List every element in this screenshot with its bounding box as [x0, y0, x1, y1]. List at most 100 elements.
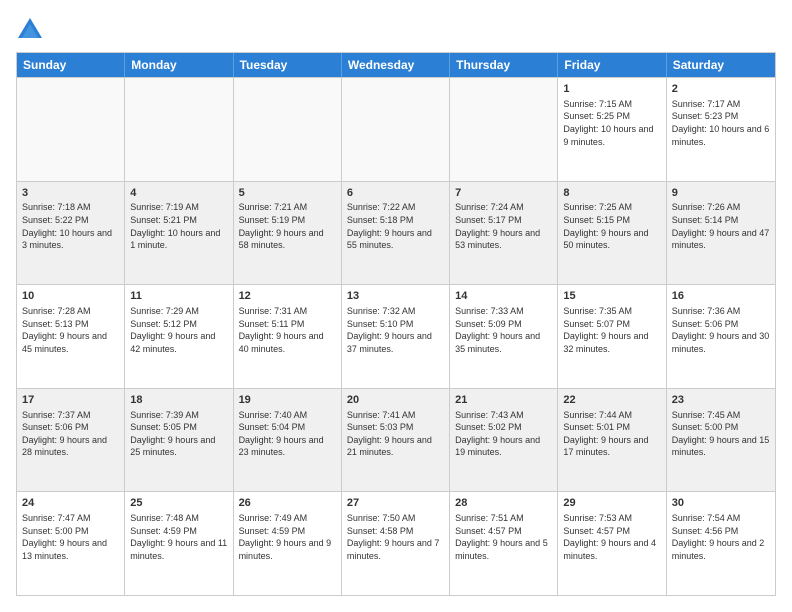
page: SundayMondayTuesdayWednesdayThursdayFrid… [0, 0, 792, 612]
day-info: Sunrise: 7:54 AM Sunset: 4:56 PM Dayligh… [672, 512, 770, 562]
calendar-cell: 4Sunrise: 7:19 AM Sunset: 5:21 PM Daylig… [125, 182, 233, 285]
day-info: Sunrise: 7:48 AM Sunset: 4:59 PM Dayligh… [130, 512, 227, 562]
day-info: Sunrise: 7:32 AM Sunset: 5:10 PM Dayligh… [347, 305, 444, 355]
day-info: Sunrise: 7:29 AM Sunset: 5:12 PM Dayligh… [130, 305, 227, 355]
day-info: Sunrise: 7:51 AM Sunset: 4:57 PM Dayligh… [455, 512, 552, 562]
day-number: 12 [239, 289, 336, 304]
calendar-row: 10Sunrise: 7:28 AM Sunset: 5:13 PM Dayli… [17, 284, 775, 388]
calendar-cell [342, 78, 450, 181]
calendar-row: 1Sunrise: 7:15 AM Sunset: 5:25 PM Daylig… [17, 77, 775, 181]
day-info: Sunrise: 7:26 AM Sunset: 5:14 PM Dayligh… [672, 201, 770, 251]
day-number: 26 [239, 496, 336, 511]
day-number: 4 [130, 186, 227, 201]
day-info: Sunrise: 7:19 AM Sunset: 5:21 PM Dayligh… [130, 201, 227, 251]
day-info: Sunrise: 7:41 AM Sunset: 5:03 PM Dayligh… [347, 409, 444, 459]
calendar-row: 17Sunrise: 7:37 AM Sunset: 5:06 PM Dayli… [17, 388, 775, 492]
calendar-cell: 8Sunrise: 7:25 AM Sunset: 5:15 PM Daylig… [558, 182, 666, 285]
day-number: 17 [22, 393, 119, 408]
calendar-cell: 23Sunrise: 7:45 AM Sunset: 5:00 PM Dayli… [667, 389, 775, 492]
calendar-header: SundayMondayTuesdayWednesdayThursdayFrid… [17, 53, 775, 77]
calendar-cell [450, 78, 558, 181]
header-day: Friday [558, 53, 666, 77]
day-number: 28 [455, 496, 552, 511]
header-day: Wednesday [342, 53, 450, 77]
calendar-cell [125, 78, 233, 181]
header [16, 16, 776, 44]
day-info: Sunrise: 7:53 AM Sunset: 4:57 PM Dayligh… [563, 512, 660, 562]
day-number: 23 [672, 393, 770, 408]
day-info: Sunrise: 7:47 AM Sunset: 5:00 PM Dayligh… [22, 512, 119, 562]
day-info: Sunrise: 7:15 AM Sunset: 5:25 PM Dayligh… [563, 98, 660, 148]
day-number: 24 [22, 496, 119, 511]
calendar-cell: 26Sunrise: 7:49 AM Sunset: 4:59 PM Dayli… [234, 492, 342, 595]
day-info: Sunrise: 7:24 AM Sunset: 5:17 PM Dayligh… [455, 201, 552, 251]
day-info: Sunrise: 7:37 AM Sunset: 5:06 PM Dayligh… [22, 409, 119, 459]
calendar-cell: 10Sunrise: 7:28 AM Sunset: 5:13 PM Dayli… [17, 285, 125, 388]
calendar-cell: 2Sunrise: 7:17 AM Sunset: 5:23 PM Daylig… [667, 78, 775, 181]
day-number: 3 [22, 186, 119, 201]
day-number: 9 [672, 186, 770, 201]
calendar-row: 3Sunrise: 7:18 AM Sunset: 5:22 PM Daylig… [17, 181, 775, 285]
day-info: Sunrise: 7:49 AM Sunset: 4:59 PM Dayligh… [239, 512, 336, 562]
calendar-cell: 29Sunrise: 7:53 AM Sunset: 4:57 PM Dayli… [558, 492, 666, 595]
calendar-cell: 3Sunrise: 7:18 AM Sunset: 5:22 PM Daylig… [17, 182, 125, 285]
day-number: 27 [347, 496, 444, 511]
day-number: 18 [130, 393, 227, 408]
logo [16, 16, 48, 44]
calendar-cell: 1Sunrise: 7:15 AM Sunset: 5:25 PM Daylig… [558, 78, 666, 181]
day-number: 7 [455, 186, 552, 201]
day-info: Sunrise: 7:36 AM Sunset: 5:06 PM Dayligh… [672, 305, 770, 355]
day-info: Sunrise: 7:35 AM Sunset: 5:07 PM Dayligh… [563, 305, 660, 355]
calendar-cell: 30Sunrise: 7:54 AM Sunset: 4:56 PM Dayli… [667, 492, 775, 595]
day-number: 30 [672, 496, 770, 511]
calendar-cell [234, 78, 342, 181]
day-number: 2 [672, 82, 770, 97]
calendar-cell: 7Sunrise: 7:24 AM Sunset: 5:17 PM Daylig… [450, 182, 558, 285]
calendar-cell: 27Sunrise: 7:50 AM Sunset: 4:58 PM Dayli… [342, 492, 450, 595]
day-number: 11 [130, 289, 227, 304]
header-day: Thursday [450, 53, 558, 77]
day-number: 29 [563, 496, 660, 511]
day-number: 22 [563, 393, 660, 408]
day-number: 13 [347, 289, 444, 304]
header-day: Tuesday [234, 53, 342, 77]
calendar-cell: 14Sunrise: 7:33 AM Sunset: 5:09 PM Dayli… [450, 285, 558, 388]
calendar-cell: 22Sunrise: 7:44 AM Sunset: 5:01 PM Dayli… [558, 389, 666, 492]
day-info: Sunrise: 7:28 AM Sunset: 5:13 PM Dayligh… [22, 305, 119, 355]
day-number: 21 [455, 393, 552, 408]
calendar-cell: 20Sunrise: 7:41 AM Sunset: 5:03 PM Dayli… [342, 389, 450, 492]
calendar-row: 24Sunrise: 7:47 AM Sunset: 5:00 PM Dayli… [17, 491, 775, 595]
header-day: Sunday [17, 53, 125, 77]
day-number: 10 [22, 289, 119, 304]
day-number: 20 [347, 393, 444, 408]
calendar-cell [17, 78, 125, 181]
calendar-cell: 9Sunrise: 7:26 AM Sunset: 5:14 PM Daylig… [667, 182, 775, 285]
day-info: Sunrise: 7:40 AM Sunset: 5:04 PM Dayligh… [239, 409, 336, 459]
calendar-cell: 5Sunrise: 7:21 AM Sunset: 5:19 PM Daylig… [234, 182, 342, 285]
calendar-cell: 28Sunrise: 7:51 AM Sunset: 4:57 PM Dayli… [450, 492, 558, 595]
day-info: Sunrise: 7:39 AM Sunset: 5:05 PM Dayligh… [130, 409, 227, 459]
calendar-cell: 12Sunrise: 7:31 AM Sunset: 5:11 PM Dayli… [234, 285, 342, 388]
day-number: 6 [347, 186, 444, 201]
day-number: 15 [563, 289, 660, 304]
logo-icon [16, 16, 44, 44]
calendar: SundayMondayTuesdayWednesdayThursdayFrid… [16, 52, 776, 596]
day-info: Sunrise: 7:43 AM Sunset: 5:02 PM Dayligh… [455, 409, 552, 459]
day-number: 19 [239, 393, 336, 408]
day-number: 1 [563, 82, 660, 97]
calendar-cell: 17Sunrise: 7:37 AM Sunset: 5:06 PM Dayli… [17, 389, 125, 492]
calendar-body: 1Sunrise: 7:15 AM Sunset: 5:25 PM Daylig… [17, 77, 775, 595]
day-number: 25 [130, 496, 227, 511]
day-info: Sunrise: 7:25 AM Sunset: 5:15 PM Dayligh… [563, 201, 660, 251]
calendar-cell: 6Sunrise: 7:22 AM Sunset: 5:18 PM Daylig… [342, 182, 450, 285]
day-info: Sunrise: 7:50 AM Sunset: 4:58 PM Dayligh… [347, 512, 444, 562]
day-info: Sunrise: 7:31 AM Sunset: 5:11 PM Dayligh… [239, 305, 336, 355]
calendar-cell: 21Sunrise: 7:43 AM Sunset: 5:02 PM Dayli… [450, 389, 558, 492]
day-info: Sunrise: 7:18 AM Sunset: 5:22 PM Dayligh… [22, 201, 119, 251]
day-number: 8 [563, 186, 660, 201]
day-info: Sunrise: 7:21 AM Sunset: 5:19 PM Dayligh… [239, 201, 336, 251]
calendar-cell: 18Sunrise: 7:39 AM Sunset: 5:05 PM Dayli… [125, 389, 233, 492]
calendar-cell: 16Sunrise: 7:36 AM Sunset: 5:06 PM Dayli… [667, 285, 775, 388]
day-number: 5 [239, 186, 336, 201]
calendar-cell: 15Sunrise: 7:35 AM Sunset: 5:07 PM Dayli… [558, 285, 666, 388]
